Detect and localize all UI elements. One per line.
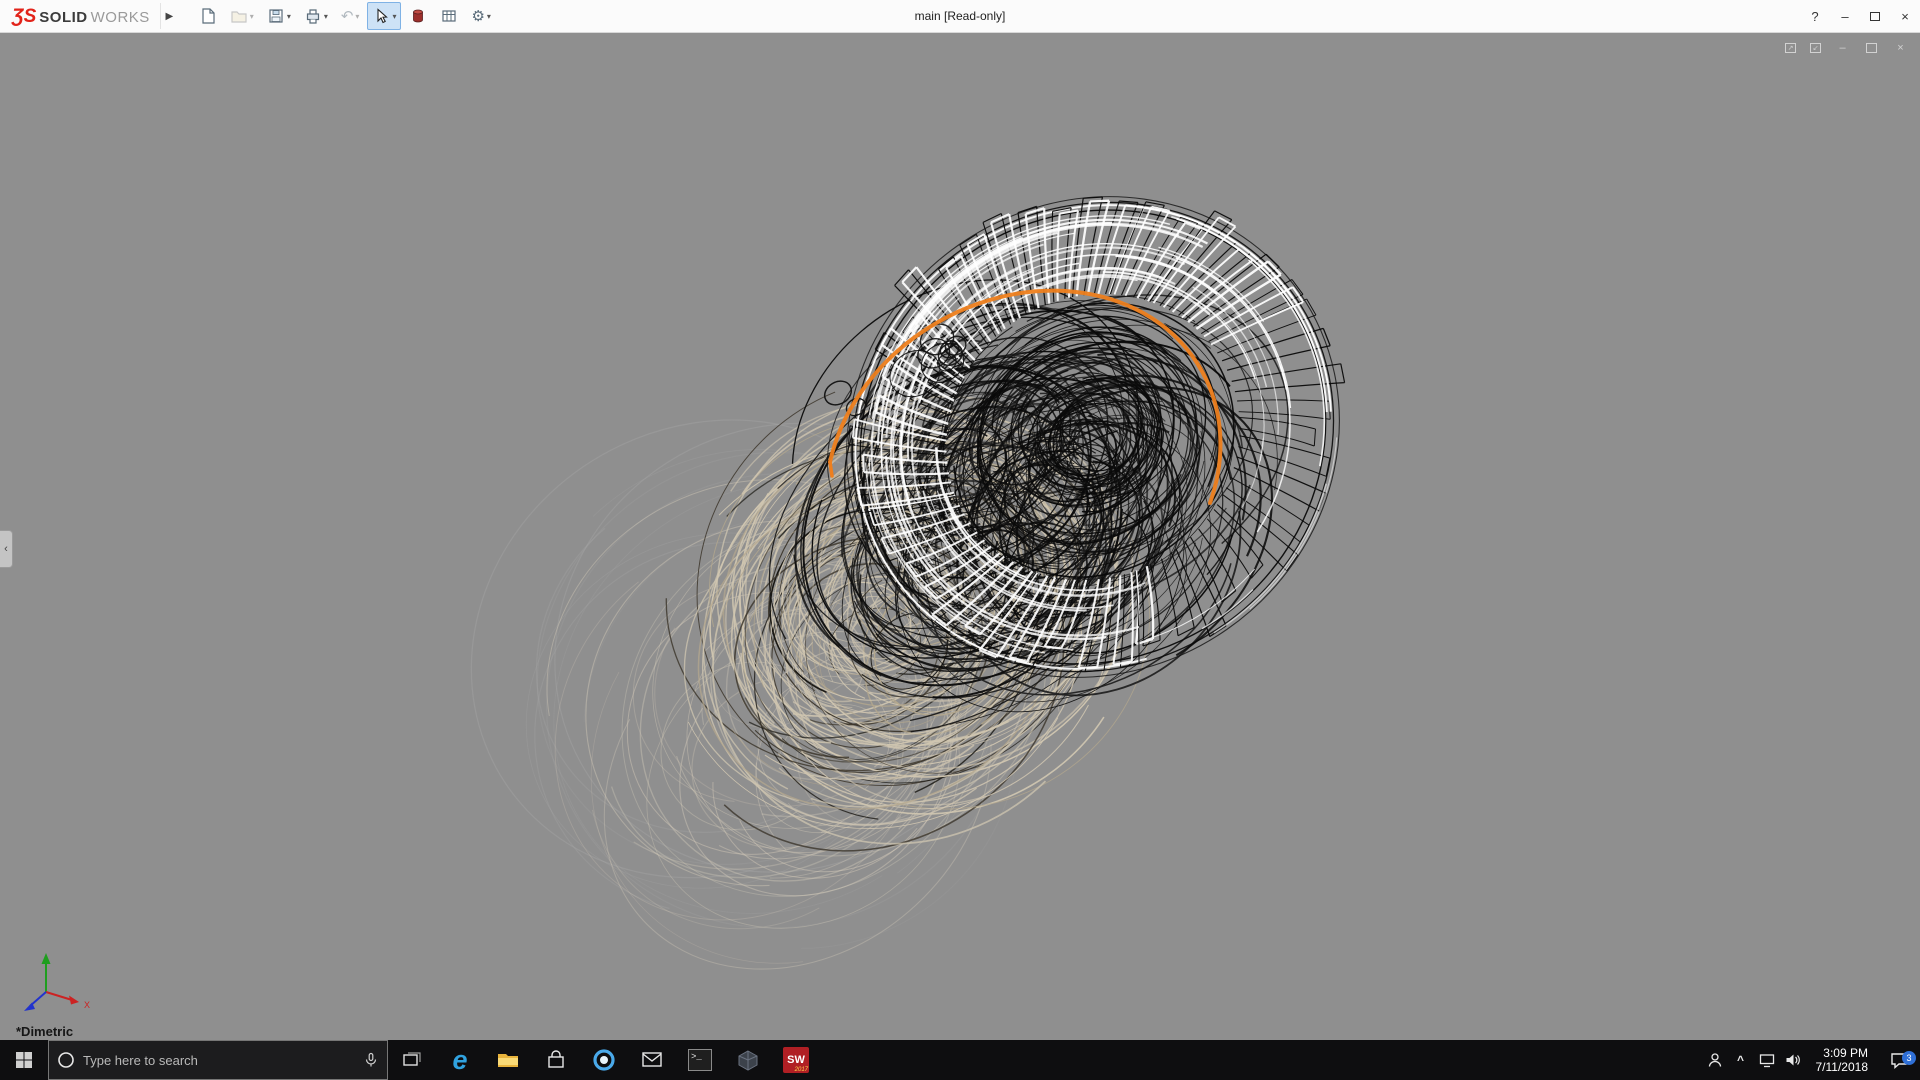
open-button[interactable]: ▾ bbox=[225, 2, 259, 30]
doc-pane-icon[interactable]: ↗ bbox=[1785, 43, 1796, 53]
doc-restore-icon[interactable] bbox=[1866, 43, 1877, 53]
task-view-button[interactable] bbox=[388, 1040, 436, 1080]
dassault-logo: ƷS bbox=[12, 5, 37, 27]
minimize-button[interactable]: – bbox=[1830, 0, 1860, 32]
app-store[interactable] bbox=[532, 1040, 580, 1080]
close-button[interactable]: × bbox=[1890, 0, 1920, 32]
volume-button[interactable] bbox=[1780, 1040, 1806, 1080]
cortana-icon bbox=[58, 1052, 74, 1068]
windows-taskbar: e >_ SW 20 bbox=[0, 1040, 1920, 1080]
brand-solid: SOLID bbox=[39, 8, 88, 26]
restore-button[interactable] bbox=[1860, 0, 1890, 32]
cube-3d-icon bbox=[738, 1050, 758, 1071]
document-window-controls: ↗ ↙ – × bbox=[1785, 41, 1908, 55]
solidworks-2017-icon: SW 2017 bbox=[783, 1047, 809, 1073]
engine-wireframe-model bbox=[470, 196, 1346, 970]
microphone-icon[interactable] bbox=[363, 1052, 379, 1068]
people-button[interactable] bbox=[1702, 1040, 1728, 1080]
appearance-button[interactable] bbox=[404, 2, 432, 30]
doc-minimize-icon[interactable]: – bbox=[1835, 41, 1850, 55]
notification-badge: 3 bbox=[1902, 1051, 1916, 1065]
terminal-icon: >_ bbox=[688, 1049, 712, 1071]
restore-icon bbox=[1870, 11, 1880, 21]
orientation-triad: X bbox=[24, 953, 90, 1011]
print-icon bbox=[306, 9, 319, 24]
design-table-button[interactable] bbox=[435, 2, 463, 30]
app-mail[interactable] bbox=[628, 1040, 676, 1080]
print-dropdown-arrow[interactable]: ▾ bbox=[324, 12, 328, 21]
brand-works: WORKS bbox=[90, 8, 150, 26]
app-file-explorer[interactable] bbox=[484, 1040, 532, 1080]
help-button[interactable]: ? bbox=[1800, 0, 1830, 32]
people-icon bbox=[1708, 1053, 1721, 1067]
file-explorer-icon bbox=[498, 1054, 518, 1067]
search-input[interactable] bbox=[83, 1052, 355, 1068]
doc-close-icon[interactable]: × bbox=[1893, 41, 1908, 55]
select-tool-button[interactable]: ▾ bbox=[367, 2, 402, 30]
app-solidworks-2017[interactable]: SW 2017 bbox=[772, 1040, 820, 1080]
app-terminal[interactable]: >_ bbox=[676, 1040, 724, 1080]
chevron-up-icon: ^ bbox=[1736, 1053, 1744, 1067]
select-cursor-icon bbox=[377, 8, 389, 24]
select-dropdown-arrow[interactable]: ▾ bbox=[392, 12, 396, 21]
network-button[interactable] bbox=[1754, 1040, 1780, 1080]
mail-envelope-icon bbox=[642, 1052, 662, 1067]
save-icon bbox=[269, 9, 283, 23]
design-table-icon bbox=[442, 10, 457, 22]
doc-pane2-icon[interactable]: ↙ bbox=[1810, 43, 1821, 53]
windows-logo-icon bbox=[16, 1052, 32, 1068]
undo-button[interactable]: ↶ ▾ bbox=[336, 2, 365, 30]
save-button[interactable]: ▾ bbox=[262, 2, 296, 30]
x-axis-label: X bbox=[84, 1000, 90, 1010]
new-document-icon bbox=[202, 8, 215, 24]
app-edge[interactable]: e bbox=[436, 1040, 484, 1080]
undo-icon: ↶ bbox=[340, 7, 354, 25]
view-orientation-label: *Dimetric bbox=[16, 1024, 74, 1039]
task-pane-collapse-tab[interactable]: ‹ bbox=[0, 530, 13, 568]
browser-circle-icon bbox=[593, 1049, 615, 1071]
open-folder-icon bbox=[231, 11, 247, 23]
appearance-cylinder-icon bbox=[413, 9, 424, 23]
graphics-area[interactable]: ↗ ↙ – × ‹ X *Dimetric bbox=[0, 33, 1920, 1040]
document-title: main [Read-only] bbox=[914, 9, 1006, 23]
x-axis-arrow bbox=[69, 995, 79, 1005]
task-view-icon bbox=[403, 1052, 421, 1066]
speaker-icon bbox=[1786, 1054, 1800, 1066]
undo-dropdown-arrow[interactable]: ▾ bbox=[355, 12, 359, 21]
print-button[interactable]: ▾ bbox=[299, 2, 333, 30]
edge-icon: e bbox=[452, 1044, 468, 1075]
y-axis-arrow bbox=[41, 953, 51, 964]
store-bag-icon bbox=[548, 1050, 564, 1068]
gear-icon: ⚙ bbox=[471, 7, 485, 25]
system-tray: ^ 3:09 PM 7/11/2018 3 bbox=[1702, 1040, 1920, 1080]
tray-clock[interactable]: 3:09 PM 7/11/2018 bbox=[1806, 1046, 1879, 1074]
app-browser-circle[interactable] bbox=[580, 1040, 628, 1080]
hidden-icons-chevron[interactable]: ^ bbox=[1728, 1040, 1754, 1080]
network-icon bbox=[1759, 1054, 1774, 1068]
app-3d-viewer[interactable] bbox=[724, 1040, 772, 1080]
new-document-button[interactable] bbox=[194, 2, 222, 30]
options-button[interactable]: ⚙ ▾ bbox=[466, 2, 495, 30]
clock-date: 7/11/2018 bbox=[1815, 1060, 1869, 1074]
taskbar-search[interactable] bbox=[48, 1040, 388, 1080]
save-dropdown-arrow[interactable]: ▾ bbox=[287, 12, 291, 21]
solidworks-logo: ƷS SOLID WORKS bbox=[0, 7, 160, 26]
action-center-button[interactable]: 3 bbox=[1878, 1050, 1920, 1070]
titlebar: ƷS SOLID WORKS ▶ ▾ ▾ ▾ ↶ ▾ ▾ ⚙ ▾ main [R… bbox=[0, 0, 1920, 33]
open-dropdown-arrow[interactable]: ▾ bbox=[250, 12, 254, 21]
options-dropdown-arrow[interactable]: ▾ bbox=[487, 12, 491, 21]
start-button[interactable] bbox=[0, 1040, 48, 1080]
window-controls: ? – × bbox=[1800, 0, 1920, 32]
toolbar-expander-button[interactable]: ▶ bbox=[159, 3, 178, 29]
clock-time: 3:09 PM bbox=[1823, 1046, 1868, 1060]
quick-access-toolbar: ▾ ▾ ▾ ↶ ▾ ▾ ⚙ ▾ bbox=[194, 2, 496, 30]
